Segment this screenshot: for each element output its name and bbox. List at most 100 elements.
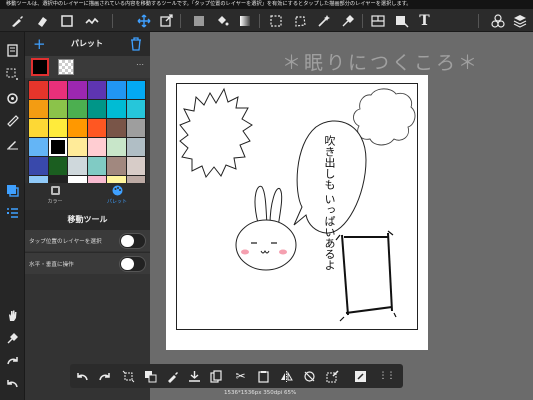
select-rect-icon[interactable] [267,12,284,29]
palette-swatch[interactable] [87,81,106,99]
layers-icon[interactable] [511,12,528,29]
transform-handles-icon[interactable] [120,367,137,385]
watermark-text: ＊眠りにつくころ＊ [282,52,481,74]
hand-tool-icon[interactable] [4,307,21,324]
top-toolbar: T [0,9,533,32]
quick-menu-icon[interactable] [352,367,369,385]
palette-swatch[interactable] [29,119,48,137]
palette-swatch[interactable] [68,100,87,118]
option-label: タップ位置のレイヤーを選択 [29,239,102,245]
palette-swatch[interactable] [107,138,126,156]
palette-swatch[interactable] [107,81,126,99]
eyedropper-icon[interactable] [339,12,356,29]
palette-swatch[interactable] [126,119,145,137]
divider [180,14,181,28]
rotate-canvas-icon[interactable] [4,90,21,107]
pen-settings-icon[interactable] [4,135,21,152]
eraser-icon[interactable] [33,12,50,29]
fill-rect-icon[interactable] [58,12,75,29]
palette-swatch[interactable] [87,119,106,137]
palette-swatch[interactable] [68,119,87,137]
palette-grid [28,80,146,195]
palette-swatch[interactable] [29,157,48,175]
palette-swatch[interactable] [48,119,67,137]
more-grid-icon[interactable]: ⋮⋮ [378,367,396,385]
palette-swatch[interactable] [29,138,48,156]
main-color-swatch[interactable] [31,58,49,76]
brush-icon[interactable] [8,12,25,29]
axis-lock-toggle[interactable] [119,256,146,272]
swap-colors-icon[interactable] [142,367,159,385]
palette-swatch[interactable] [48,138,67,156]
ruler-icon[interactable] [4,112,21,129]
layer-list-icon[interactable] [4,205,21,222]
palette-swatch[interactable] [126,138,145,156]
palette-swatch[interactable] [126,157,145,175]
move-tool-icon[interactable] [135,12,152,29]
fill-color-icon[interactable] [190,12,207,29]
materials-icon[interactable] [489,12,506,29]
option-axis-lock: 水平・垂直に操作 [25,252,150,274]
gallery-icon[interactable] [4,42,21,59]
import-icon[interactable] [186,367,203,385]
selection-menu-icon[interactable] [4,66,21,83]
palette-swatch[interactable] [107,119,126,137]
palette-swatch[interactable] [68,157,87,175]
palette-swatch[interactable] [68,81,87,99]
rough-rectangle [335,230,397,322]
palette-mode-label: パレット [106,199,127,205]
undo-icon[interactable] [4,375,21,392]
palette-swatch[interactable] [87,157,106,175]
bucket-icon[interactable] [213,12,230,29]
frame-divider-icon[interactable] [369,12,386,29]
palette-swatch[interactable] [126,81,145,99]
redo-icon[interactable] [96,367,113,385]
edit-selection-icon[interactable] [324,367,341,385]
palette-swatch[interactable] [87,138,106,156]
pen-eraser-icon[interactable] [164,367,181,385]
trash-icon[interactable] [130,37,142,51]
palette-swatch[interactable] [87,100,106,118]
gradient-icon[interactable] [236,12,253,29]
flip-horizontal-icon[interactable] [278,367,295,385]
bottom-toolbar: ✂ ⋮⋮ [70,364,403,388]
paste-icon[interactable] [255,367,272,385]
palette-swatch[interactable] [29,100,48,118]
palette-swatch[interactable] [126,100,145,118]
rotate-icon[interactable] [301,367,318,385]
drawing-canvas[interactable]: 吹き出しも いっぱいあるよ [166,75,428,350]
stroke-tool-icon[interactable] [83,12,100,29]
palette-swatch[interactable] [48,157,67,175]
magic-wand-icon[interactable] [315,12,332,29]
copy-icon[interactable] [208,367,225,385]
palette-swatch[interactable] [48,100,67,118]
lasso-icon[interactable] [291,12,308,29]
palette-swatch[interactable] [68,138,87,156]
eyedropper-icon[interactable] [4,330,21,347]
text-tool-icon[interactable]: T [416,12,433,29]
palette-swatch[interactable] [48,81,67,99]
color-panel-icon[interactable] [4,182,21,199]
scissors-icon[interactable]: ✂ [232,367,249,385]
color-mode-bar: カラー パレット [25,183,150,210]
undo-icon[interactable] [74,367,91,385]
select-layer-toggle[interactable] [119,233,146,249]
option-label: 水平・垂直に操作 [29,262,74,268]
sub-color-swatch[interactable] [58,59,74,75]
bunny-character [235,185,297,271]
transform-icon[interactable] [157,12,174,29]
frame-fill-icon[interactable] [393,12,410,29]
palette-swatch[interactable] [107,100,126,118]
palette-swatch[interactable] [29,81,48,99]
current-color-row: ⋯ [25,56,150,78]
color-mode-tab[interactable]: カラー [35,185,75,209]
divider [362,14,363,28]
palette-mode-tab[interactable]: パレット [97,185,137,209]
divider [259,14,260,28]
more-icon[interactable]: ⋯ [136,60,144,69]
color-mode-label: カラー [47,199,63,205]
palette-swatch[interactable] [107,157,126,175]
plus-icon[interactable]: + [33,35,46,53]
redo-icon[interactable] [4,352,21,369]
color-square-icon [50,186,60,195]
